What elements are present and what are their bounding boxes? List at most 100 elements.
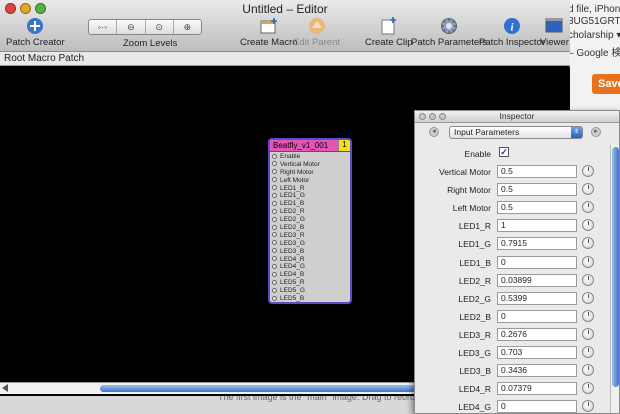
scroll-left-icon[interactable] <box>2 384 8 392</box>
patch-port[interactable]: LED1_B <box>270 200 350 208</box>
parameter-knob-icon[interactable] <box>582 255 594 268</box>
input-port-icon[interactable] <box>272 263 277 269</box>
minimize-window-icon[interactable] <box>429 113 436 120</box>
parameter-knob-icon[interactable] <box>582 327 594 340</box>
parameter-row: LED1_G 0.7915 <box>415 235 609 253</box>
input-port-icon[interactable] <box>272 161 277 167</box>
zoom-actual-icon[interactable]: ⊙ <box>146 20 174 34</box>
parameter-knob-icon[interactable] <box>582 346 594 359</box>
inspector-mode-select[interactable]: Input Parameters ⇕ <box>449 126 583 139</box>
patch-port[interactable]: Vertical Motor <box>270 161 350 169</box>
parameter-knob-icon[interactable] <box>582 291 594 304</box>
parameter-knob-icon[interactable] <box>582 400 594 413</box>
input-port-icon[interactable] <box>272 200 277 206</box>
patch-port[interactable]: LED4_G <box>270 263 350 271</box>
patch-port[interactable]: Left Motor <box>270 177 350 185</box>
gear-icon <box>441 18 458 34</box>
input-port-icon[interactable] <box>272 232 277 238</box>
create-macro-button[interactable]: Create Macro <box>240 17 298 48</box>
parameter-value-field[interactable]: 0 <box>497 255 577 269</box>
patch-node-header[interactable]: Beatfly_v1_001 1 <box>270 140 350 152</box>
parameter-value-field[interactable]: 0.5 <box>497 183 577 197</box>
parameter-knob-icon[interactable] <box>582 309 594 322</box>
input-port-icon[interactable] <box>272 185 277 191</box>
parameter-knob-icon[interactable] <box>582 219 594 232</box>
patch-port[interactable]: LED3_R <box>270 232 350 240</box>
parameter-value-field[interactable]: 1 <box>497 219 577 233</box>
parameter-value-field[interactable]: 0 <box>497 309 577 323</box>
parameter-knob-icon[interactable] <box>582 183 594 196</box>
patch-port[interactable]: LED4_B <box>270 271 350 279</box>
input-port-icon[interactable] <box>272 240 277 246</box>
patch-port[interactable]: LED5_B <box>270 295 350 302</box>
input-port-icon[interactable] <box>272 248 277 254</box>
patch-port[interactable]: LED3_G <box>270 240 350 248</box>
parameter-knob-icon[interactable] <box>582 382 594 395</box>
input-port-icon[interactable] <box>272 153 277 159</box>
parameter-value-field[interactable]: 0.703 <box>497 346 577 360</box>
breadcrumb[interactable]: Root Macro Patch <box>0 52 570 66</box>
parameter-value-field[interactable]: 0.3436 <box>497 364 577 378</box>
inspector-vertical-scrollbar[interactable] <box>610 145 619 413</box>
input-port-icon[interactable] <box>272 177 277 183</box>
patch-port[interactable]: LED1_G <box>270 192 350 200</box>
input-port-icon[interactable] <box>272 224 277 230</box>
patch-creator-button[interactable]: Patch Creator <box>6 17 65 48</box>
zoom-window-icon[interactable] <box>439 113 446 120</box>
patch-port[interactable]: LED3_B <box>270 248 350 256</box>
horizontal-scroll-thumb[interactable] <box>100 385 420 392</box>
background-save-button[interactable]: Save <box>592 74 620 94</box>
parameter-knob-icon[interactable] <box>582 201 594 214</box>
input-port-icon[interactable] <box>272 192 277 198</box>
parameter-value-field[interactable]: 0.2676 <box>497 327 577 341</box>
patch-port[interactable]: LED5_G <box>270 287 350 295</box>
background-text-line: d file, iPhon <box>568 4 620 15</box>
close-window-icon[interactable] <box>419 113 426 120</box>
input-port-icon[interactable] <box>272 256 277 262</box>
patch-parameters-button[interactable]: Patch Parameters <box>411 17 487 48</box>
parameter-knob-icon[interactable] <box>582 237 594 250</box>
parameter-knob-icon[interactable] <box>582 165 594 178</box>
viewer-button[interactable]: Viewer <box>540 17 569 48</box>
inspector-scroll-thumb[interactable] <box>612 147 619 387</box>
patch-port[interactable]: LED2_G <box>270 216 350 224</box>
patch-node[interactable]: Beatfly_v1_001 1 Enable Vertical Motor R… <box>268 138 352 304</box>
parameter-value-field[interactable]: 0.5 <box>497 165 577 179</box>
inspector-navbar: ◂ Input Parameters ⇕ ▸ <box>415 125 619 141</box>
parameter-value-field[interactable]: 0.7915 <box>497 237 577 251</box>
background-text-line[interactable]: cholarship ▾ <box>568 30 620 41</box>
parameter-value-field[interactable]: 0.07379 <box>497 382 577 396</box>
next-mode-icon[interactable]: ▸ <box>591 127 601 137</box>
zoom-levels-control[interactable]: ◦·◦ ⊖ ⊙ ⊕ <box>88 19 202 35</box>
parameter-knob-icon[interactable] <box>582 273 594 286</box>
zoom-in-icon[interactable]: ⊕ <box>174 20 201 34</box>
input-port-icon[interactable] <box>272 216 277 222</box>
zoom-fit-icon[interactable]: ◦·◦ <box>89 20 118 34</box>
horizontal-scrollbar[interactable] <box>0 382 420 394</box>
enable-checkbox[interactable]: ✓ <box>499 147 509 157</box>
patch-inspector-button[interactable]: i Patch Inspector <box>479 17 545 48</box>
patch-port[interactable]: LED2_R <box>270 208 350 216</box>
patch-port[interactable]: LED5_R <box>270 279 350 287</box>
edit-parent-button[interactable]: Edit Parent <box>293 17 340 48</box>
parameter-value-field[interactable]: 0 <box>497 400 577 413</box>
patch-port[interactable]: LED2_B <box>270 224 350 232</box>
previous-mode-icon[interactable]: ◂ <box>429 127 439 137</box>
create-clip-button[interactable]: Create Clip <box>365 17 413 48</box>
input-port-icon[interactable] <box>272 287 277 293</box>
input-port-icon[interactable] <box>272 295 277 301</box>
patch-node-title: Beatfly_v1_001 <box>273 141 329 150</box>
input-port-icon[interactable] <box>272 271 277 277</box>
patch-port[interactable]: LED1_R <box>270 185 350 193</box>
patch-port[interactable]: Enable <box>270 153 350 161</box>
patch-port[interactable]: Right Motor <box>270 169 350 177</box>
parameter-knob-icon[interactable] <box>582 364 594 377</box>
zoom-out-icon[interactable]: ⊖ <box>117 20 146 34</box>
input-port-icon[interactable] <box>272 279 277 285</box>
parameter-value-field[interactable]: 0.03899 <box>497 273 577 287</box>
parameter-value-field[interactable]: 0.5 <box>497 201 577 215</box>
parameter-value-field[interactable]: 0.5399 <box>497 291 577 305</box>
input-port-icon[interactable] <box>272 169 277 175</box>
input-port-icon[interactable] <box>272 208 277 214</box>
patch-port[interactable]: LED4_R <box>270 256 350 264</box>
